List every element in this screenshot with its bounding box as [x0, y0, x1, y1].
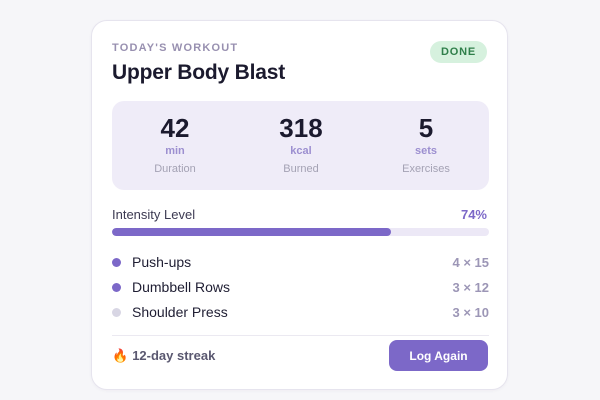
- exercise-sets: 3 × 12: [452, 280, 489, 295]
- card-eyebrow: TODAY'S WORKOUT: [112, 42, 239, 54]
- status-dot-icon: [112, 308, 121, 317]
- intensity-progress-fill: [112, 228, 391, 236]
- intensity-progress-bar: [112, 228, 489, 236]
- intensity-value: 74%: [460, 207, 487, 222]
- streak-indicator: 🔥 12-day streak: [112, 348, 215, 364]
- log-again-button[interactable]: Log Again: [389, 340, 488, 371]
- intensity-label: Intensity Level: [112, 207, 196, 222]
- stat-burned: 318 kcal Burned: [238, 101, 364, 190]
- stat-label: Burned: [283, 163, 319, 175]
- stat-duration: 42 min Duration: [112, 101, 238, 190]
- exercise-item[interactable]: Shoulder Press 3 × 10: [112, 300, 489, 325]
- status-dot-icon: [112, 283, 121, 292]
- exercise-sets: 4 × 15: [452, 255, 489, 270]
- stat-value: 318: [279, 113, 323, 143]
- stat-exercises: 5 sets Exercises: [363, 101, 489, 190]
- footer-divider: [112, 335, 489, 336]
- exercise-sets: 3 × 10: [452, 305, 489, 320]
- stat-label: Duration: [154, 163, 196, 175]
- exercise-name: Shoulder Press: [132, 304, 228, 320]
- stat-unit: kcal: [290, 145, 312, 157]
- stat-value: 5: [418, 113, 434, 143]
- workout-title: Upper Body Blast: [112, 61, 285, 84]
- streak-text: 12-day streak: [132, 348, 216, 363]
- exercise-item[interactable]: Dumbbell Rows 3 × 12: [112, 275, 489, 300]
- stat-label: Exercises: [402, 163, 450, 175]
- status-dot-icon: [112, 258, 121, 267]
- stat-unit: min: [165, 145, 185, 157]
- status-badge: DONE: [430, 41, 487, 63]
- exercise-list: Push-ups 4 × 15 Dumbbell Rows 3 × 12 Sho…: [112, 250, 489, 325]
- stats-panel: 42 min Duration 318 kcal Burned 5 sets E…: [112, 101, 489, 190]
- exercise-item[interactable]: Push-ups 4 × 15: [112, 250, 489, 275]
- workout-card: TODAY'S WORKOUT Upper Body Blast DONE 42…: [91, 20, 508, 390]
- stat-value: 42: [160, 113, 190, 143]
- flame-icon: 🔥: [112, 349, 129, 364]
- stat-unit: sets: [414, 145, 438, 157]
- exercise-name: Dumbbell Rows: [132, 279, 231, 295]
- exercise-name: Push-ups: [132, 254, 192, 270]
